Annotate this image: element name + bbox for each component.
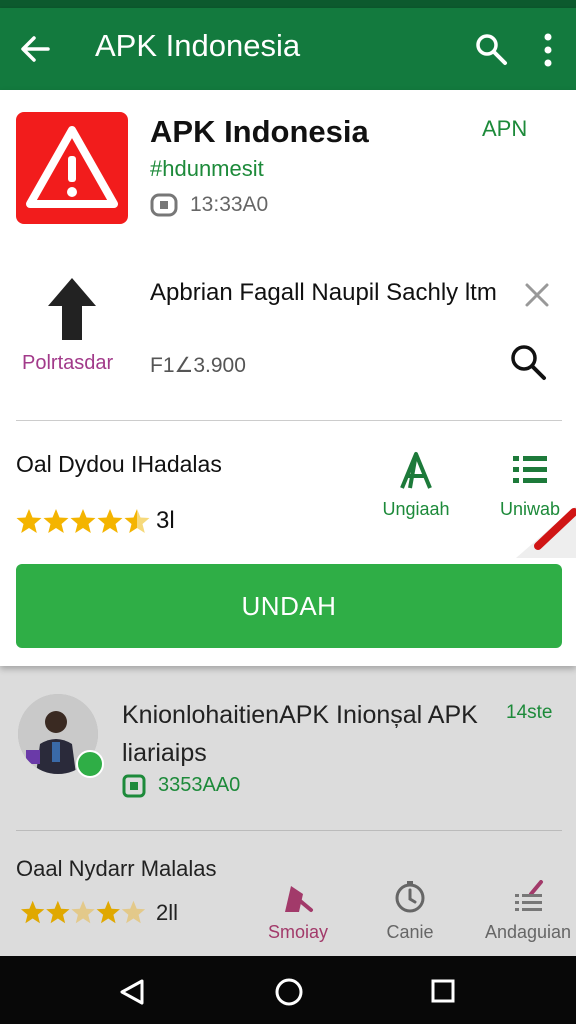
star-rating bbox=[21, 900, 146, 924]
corner-ribbon bbox=[516, 506, 576, 558]
home-icon bbox=[285, 886, 313, 912]
tab-andaguian[interactable]: Andaguian bbox=[482, 880, 574, 943]
install-button[interactable]: UNDAH bbox=[16, 564, 562, 648]
system-nav-bar bbox=[0, 956, 576, 1024]
close-icon[interactable] bbox=[522, 280, 552, 310]
action-ungiaah[interactable]: Ungiaah bbox=[380, 450, 452, 530]
rating-count: 2ll bbox=[156, 900, 179, 925]
tab-label: Canie bbox=[386, 922, 434, 942]
app-detail-card: APK Indonesia #hdunmesit 13:33A0 APN Pol… bbox=[0, 90, 576, 666]
more-vert-icon[interactable] bbox=[538, 32, 558, 68]
nav-recents-icon[interactable] bbox=[430, 978, 456, 1004]
badge-icon bbox=[150, 193, 178, 217]
nav-home-icon[interactable] bbox=[274, 977, 304, 1007]
rating-title: Oaal Nydarr Malalas bbox=[16, 856, 217, 881]
apk-tag: APN bbox=[482, 116, 528, 141]
divider bbox=[16, 830, 562, 831]
app-tag[interactable]: #hdunmesit bbox=[150, 156, 264, 182]
app-meta: 13:33A0 bbox=[190, 193, 269, 216]
font-a-icon bbox=[400, 452, 432, 489]
arrow-left-icon[interactable] bbox=[18, 32, 52, 66]
item-meta: 3353AA0 bbox=[158, 774, 241, 796]
nav-back-icon[interactable] bbox=[118, 978, 146, 1006]
edit-list-icon bbox=[515, 880, 543, 911]
promo-label: Polrtasdar bbox=[22, 352, 114, 374]
app-name: APK Indonesia bbox=[150, 114, 369, 149]
app-bar: APK Indonesia bbox=[0, 8, 576, 90]
app-bar-title: APK Indonesia bbox=[95, 28, 301, 63]
star-rating bbox=[16, 509, 150, 533]
online-badge bbox=[76, 750, 104, 778]
warning-triangle-icon[interactable] bbox=[16, 112, 128, 224]
rating-count: 3l bbox=[156, 507, 175, 534]
promo-price: F1∠3.900 bbox=[150, 354, 246, 377]
badge-icon bbox=[122, 774, 146, 798]
status-bar bbox=[0, 0, 576, 8]
list-icon bbox=[513, 456, 547, 483]
divider bbox=[16, 420, 562, 421]
tab-label: Smoiay bbox=[267, 922, 329, 942]
rating-title: Oal Dydou IHadalas bbox=[16, 451, 222, 477]
tab-canie[interactable]: Canie bbox=[378, 880, 442, 943]
action-label: Ungiaah bbox=[382, 499, 450, 519]
tab-smoiay[interactable]: Smoiay bbox=[262, 880, 334, 943]
promo-title: Apbrian Fagall Naupil Sachly ltm bbox=[150, 279, 497, 306]
item-tag: 14ste bbox=[506, 702, 553, 723]
tab-label: Andaguian bbox=[484, 922, 572, 942]
clock-icon bbox=[395, 881, 425, 913]
up-arrow-icon[interactable] bbox=[46, 276, 98, 342]
magnifier-icon[interactable] bbox=[508, 342, 548, 382]
item-title[interactable]: KnionlohaitienAPK Inionșal APK liariaips bbox=[122, 696, 492, 772]
search-icon[interactable] bbox=[474, 32, 508, 66]
